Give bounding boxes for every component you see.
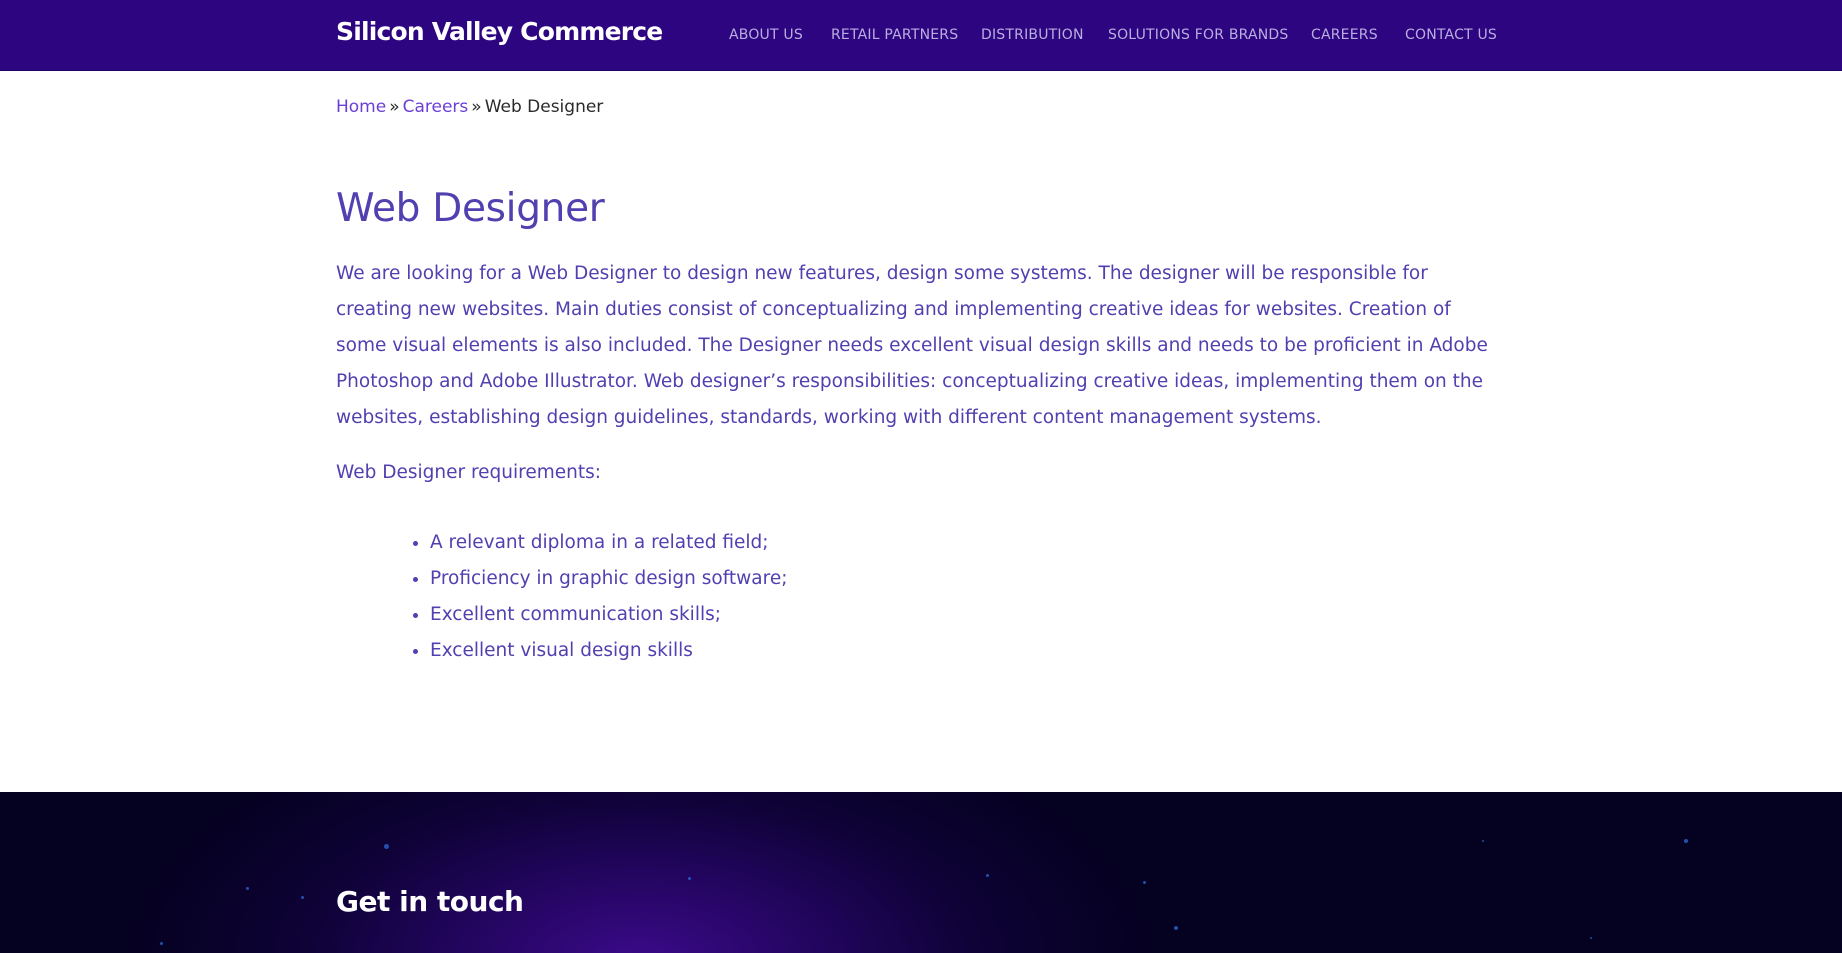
nav-solutions-for-brands[interactable]: SOLUTIONS FOR BRANDS xyxy=(1108,27,1289,43)
requirements-heading: Web Designer requirements: xyxy=(336,462,601,483)
nav-careers[interactable]: CAREERS xyxy=(1311,27,1378,43)
breadcrumb-current: Web Designer xyxy=(484,97,604,117)
requirement-item: A relevant diploma in a related field; xyxy=(430,525,787,561)
breadcrumb-home-link[interactable]: Home xyxy=(336,97,386,117)
star-decoration xyxy=(1684,839,1688,843)
breadcrumb-careers-link[interactable]: Careers xyxy=(403,97,469,117)
star-decoration xyxy=(246,887,249,890)
star-decoration xyxy=(384,844,389,849)
nav-about-us[interactable]: ABOUT US xyxy=(729,27,803,43)
breadcrumb-separator: » xyxy=(471,97,482,117)
nav-distribution[interactable]: DISTRIBUTION xyxy=(981,27,1084,43)
site-header: Silicon Valley Commerce ABOUT US RETAIL … xyxy=(0,0,1842,71)
main-nav: ABOUT US RETAIL PARTNERS DISTRIBUTION SO… xyxy=(0,27,1842,47)
star-decoration xyxy=(1482,840,1484,842)
star-decoration xyxy=(301,896,304,899)
star-decoration xyxy=(160,942,163,945)
requirement-item: Excellent visual design skills xyxy=(430,633,787,669)
star-decoration xyxy=(1590,937,1592,939)
requirement-item: Proficiency in graphic design software; xyxy=(430,561,787,597)
requirements-list: A relevant diploma in a related field; P… xyxy=(336,525,787,669)
site-footer: Get in touch xyxy=(0,792,1842,953)
star-decoration xyxy=(688,877,691,880)
breadcrumb-separator: » xyxy=(389,97,400,117)
star-decoration xyxy=(1174,926,1178,930)
page-title: Web Designer xyxy=(336,186,605,231)
star-decoration xyxy=(1143,881,1146,884)
star-decoration xyxy=(986,874,989,877)
footer-title: Get in touch xyxy=(336,885,524,918)
requirement-item: Excellent communication skills; xyxy=(430,597,787,633)
job-description: We are looking for a Web Designer to des… xyxy=(336,263,1488,428)
breadcrumb: Home» Careers» Web Designer xyxy=(336,97,603,117)
nav-contact-us[interactable]: CONTACT US xyxy=(1405,27,1497,43)
nav-retail-partners[interactable]: RETAIL PARTNERS xyxy=(831,27,958,43)
